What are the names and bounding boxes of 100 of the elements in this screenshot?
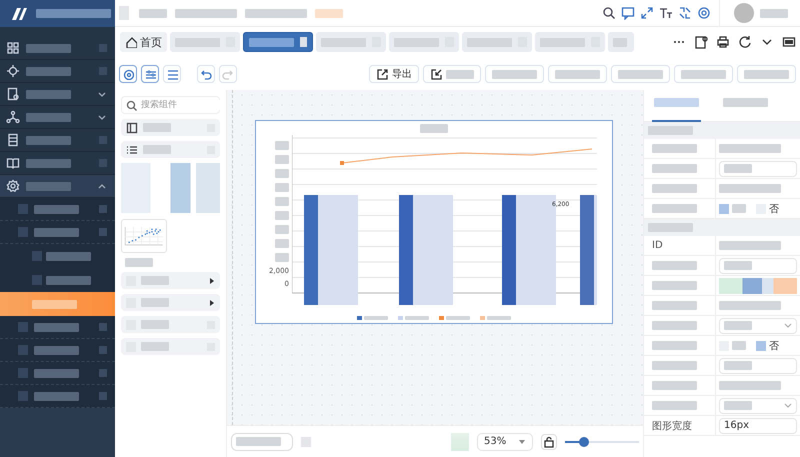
blurred-badge — [99, 392, 107, 400]
text-size-icon[interactable] — [659, 6, 673, 20]
list-icon — [126, 144, 138, 156]
chevron-down-icon — [784, 402, 792, 409]
blurred-text — [760, 8, 788, 18]
refresh-icon[interactable] — [738, 35, 752, 49]
blurred-text — [446, 70, 474, 78]
sidebar-subitem[interactable] — [0, 244, 115, 268]
blurred-icon — [119, 6, 129, 20]
blurred-text — [652, 204, 697, 213]
blurred-text — [34, 204, 79, 214]
toolbar-button[interactable] — [737, 65, 796, 83]
dropdown[interactable] — [719, 318, 797, 334]
lock-button[interactable] — [541, 434, 557, 450]
blurred-text — [46, 276, 91, 284]
blurred-icon — [18, 391, 28, 401]
option-checkbox[interactable] — [719, 204, 729, 214]
slider-thumb[interactable] — [578, 436, 588, 446]
blurred-text — [26, 66, 71, 76]
blurred-text — [446, 316, 470, 320]
blurred-text — [143, 145, 171, 154]
search-icon[interactable] — [602, 6, 616, 20]
page-tab[interactable]: 首页 — [120, 32, 167, 52]
blurred-text — [652, 301, 697, 310]
input-field[interactable] — [719, 258, 797, 274]
blurred-text — [652, 164, 697, 173]
printer-icon[interactable] — [716, 35, 730, 49]
page-selector[interactable] — [231, 432, 293, 450]
blurred-text — [34, 346, 79, 354]
window-icon[interactable] — [782, 35, 796, 49]
minimap-thumbnail[interactable] — [451, 432, 469, 450]
chart-point — [340, 161, 344, 165]
import-button[interactable] — [423, 65, 481, 83]
blurred-text — [275, 211, 289, 220]
redo-icon — [222, 68, 234, 80]
blurred-badge — [99, 67, 107, 75]
toolbar-button[interactable] — [611, 65, 670, 83]
blurred-badge — [99, 323, 107, 331]
component-button[interactable] — [119, 65, 137, 83]
blurred-text — [719, 184, 781, 193]
blurred-text — [34, 392, 79, 400]
blurred-text — [141, 342, 169, 351]
sliders-button[interactable] — [141, 65, 159, 83]
blurred-text — [26, 112, 71, 122]
blurred-text — [26, 90, 71, 98]
expand-icon[interactable] — [640, 6, 654, 20]
layers-button[interactable] — [163, 65, 181, 83]
blurred-text — [719, 381, 781, 390]
gear-icon — [6, 179, 20, 193]
blurred-text — [652, 341, 697, 350]
blurred-icon — [18, 368, 28, 378]
export-button[interactable]: 导出 — [369, 65, 419, 83]
sidebar-subitem[interactable] — [0, 221, 115, 244]
sidebar-subitem[interactable] — [0, 362, 115, 385]
blurred-text — [732, 341, 746, 350]
blurred-text — [724, 361, 752, 370]
blurred-icon — [32, 251, 42, 261]
blurred-badge — [99, 205, 107, 213]
caret-icon — [207, 298, 215, 308]
blurred-text — [34, 228, 79, 236]
blurred-text — [732, 204, 746, 213]
option-checkbox[interactable] — [756, 340, 766, 350]
blurred-text — [744, 70, 789, 78]
toolbar-button[interactable] — [674, 65, 733, 83]
color-palette[interactable] — [719, 278, 797, 294]
zoom-select[interactable]: 53% — [477, 432, 533, 450]
input-field[interactable] — [719, 160, 797, 176]
blurred-text — [648, 223, 693, 232]
network-icon — [6, 110, 20, 124]
heatmap-thumbnail[interactable] — [121, 163, 220, 213]
input-field[interactable] — [719, 358, 797, 374]
undo-button[interactable] — [197, 65, 215, 83]
blurred-badge — [99, 369, 107, 377]
blurred-text — [555, 70, 600, 78]
search-icon — [126, 100, 137, 110]
sidebar-subitem[interactable] — [0, 316, 115, 339]
blurred-badge — [99, 346, 107, 354]
sidebar-subitem[interactable] — [0, 268, 115, 292]
message-icon[interactable] — [621, 6, 635, 20]
blurred-text — [652, 401, 697, 410]
blurred-text — [34, 322, 79, 332]
blurred-text — [143, 123, 171, 132]
toolbar-button[interactable] — [548, 65, 607, 83]
sidebar-subitem[interactable] — [0, 339, 115, 362]
dropdown[interactable] — [719, 398, 797, 414]
field-label: ID — [652, 240, 663, 251]
layers-icon — [166, 68, 178, 80]
blurred-text — [139, 8, 167, 18]
panel-icon — [126, 122, 138, 134]
page-tab[interactable] — [243, 32, 313, 52]
blurred-text — [275, 225, 289, 234]
scatter-chart-thumbnail[interactable] — [121, 219, 167, 253]
input-field[interactable]: 16px — [719, 418, 797, 434]
component-category[interactable] — [121, 119, 220, 136]
sidebar-item[interactable] — [0, 175, 115, 198]
chevron-down-icon — [784, 322, 792, 329]
blurred-text — [719, 144, 781, 153]
sidebar-subitem[interactable] — [0, 292, 115, 316]
sidebar-subitem[interactable] — [0, 385, 115, 408]
blurred-text — [26, 182, 71, 190]
